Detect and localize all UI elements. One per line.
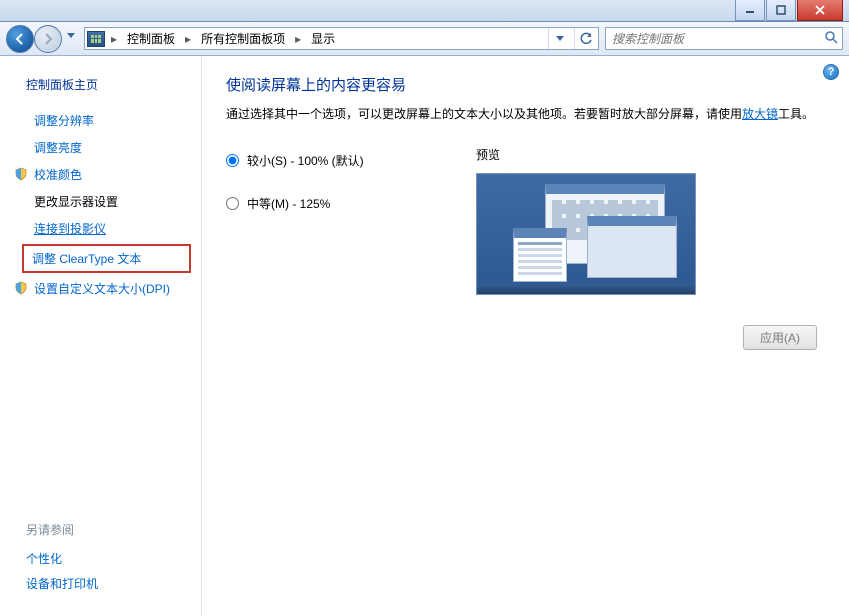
sidebar-item-brightness[interactable]: 调整亮度 [0,134,201,161]
description-text: 通过选择其中一个选项，可以更改屏幕上的文本大小以及其他项。若要暂时放大部分屏幕，… [226,107,742,121]
navigation-bar: ▸ 控制面板 ▸ 所有控制面板项 ▸ 显示 [0,22,849,56]
shield-icon [14,167,28,181]
sidebar: 控制面板主页 调整分辨率 调整亮度 校准颜色 更改显示器设置 连接到投影仪 调整… [0,56,202,616]
sidebar-item-label: 校准颜色 [34,168,82,182]
sidebar-item-cleartype[interactable]: 调整 ClearType 文本 [22,244,191,273]
close-button[interactable] [797,0,843,21]
minimize-button[interactable] [735,0,765,21]
sidebar-item-label: 调整 ClearType 文本 [32,252,141,266]
preview-label: 预览 [476,146,825,163]
back-button[interactable] [6,25,34,53]
sidebar-item-label: 调整亮度 [34,141,82,155]
main-panel: 使阅读屏幕上的内容更容易 通过选择其中一个选项，可以更改屏幕上的文本大小以及其他… [202,56,849,616]
page-title: 使阅读屏幕上的内容更容易 [226,74,825,95]
sidebar-item-projector[interactable]: 连接到投影仪 [0,215,201,242]
magnifier-link[interactable]: 放大镜 [742,107,778,121]
search-input[interactable] [610,31,824,47]
see-also-devices-printers[interactable]: 设备和打印机 [26,571,185,596]
sidebar-item-custom-dpi[interactable]: 设置自定义文本大小(DPI) [0,275,201,302]
size-options: 较小(S) - 100% (默认) 中等(M) - 125% [226,146,476,295]
breadcrumb-control-panel[interactable]: 控制面板 [123,28,179,49]
chevron-right-icon[interactable]: ▸ [109,32,119,46]
option-smaller[interactable]: 较小(S) - 100% (默认) [226,146,476,189]
address-dropdown-icon[interactable] [548,28,570,49]
see-also-personalization[interactable]: 个性化 [26,546,185,571]
control-panel-icon [87,31,105,47]
breadcrumb-all-items[interactable]: 所有控制面板项 [197,28,289,49]
shield-icon [14,281,28,295]
forward-button[interactable] [34,25,62,53]
nav-buttons [6,25,78,53]
option-label: 中等(M) - 125% [247,195,330,212]
content-area: ? 控制面板主页 调整分辨率 调整亮度 校准颜色 更改显示器设置 连接到投影仪 … [0,56,849,616]
sidebar-item-calibrate-color[interactable]: 校准颜色 [0,161,201,188]
sidebar-item-label: 调整分辨率 [34,114,94,128]
chevron-right-icon[interactable]: ▸ [293,32,303,46]
page-description: 通过选择其中一个选项，可以更改屏幕上的文本大小以及其他项。若要暂时放大部分屏幕，… [226,105,825,124]
option-label: 较小(S) - 100% (默认) [247,152,364,169]
search-box[interactable] [605,27,843,50]
option-medium[interactable]: 中等(M) - 125% [226,189,476,232]
maximize-button[interactable] [766,0,796,21]
window-titlebar [0,0,849,22]
breadcrumb-display[interactable]: 显示 [307,28,339,49]
help-icon[interactable]: ? [823,64,839,80]
sidebar-item-resolution[interactable]: 调整分辨率 [0,107,201,134]
refresh-button[interactable] [574,28,596,49]
control-panel-home-link[interactable]: 控制面板主页 [0,70,201,107]
sidebar-item-label: 设置自定义文本大小(DPI) [34,282,170,296]
apply-button[interactable]: 应用(A) [743,325,817,350]
description-text-tail: 工具。 [778,107,814,121]
see-also-header: 另请参阅 [26,521,185,538]
nav-history-dropdown[interactable] [64,25,78,47]
sidebar-item-label: 更改显示器设置 [34,195,118,209]
radio-smaller[interactable] [226,154,239,167]
address-bar[interactable]: ▸ 控制面板 ▸ 所有控制面板项 ▸ 显示 [84,27,599,50]
sidebar-item-label: 连接到投影仪 [34,222,106,236]
preview-image [476,173,696,295]
see-also-section: 另请参阅 个性化 设备和打印机 [0,521,201,606]
search-icon[interactable] [824,30,838,47]
chevron-right-icon[interactable]: ▸ [183,32,193,46]
radio-medium[interactable] [226,197,239,210]
sidebar-item-display-settings[interactable]: 更改显示器设置 [0,188,201,215]
